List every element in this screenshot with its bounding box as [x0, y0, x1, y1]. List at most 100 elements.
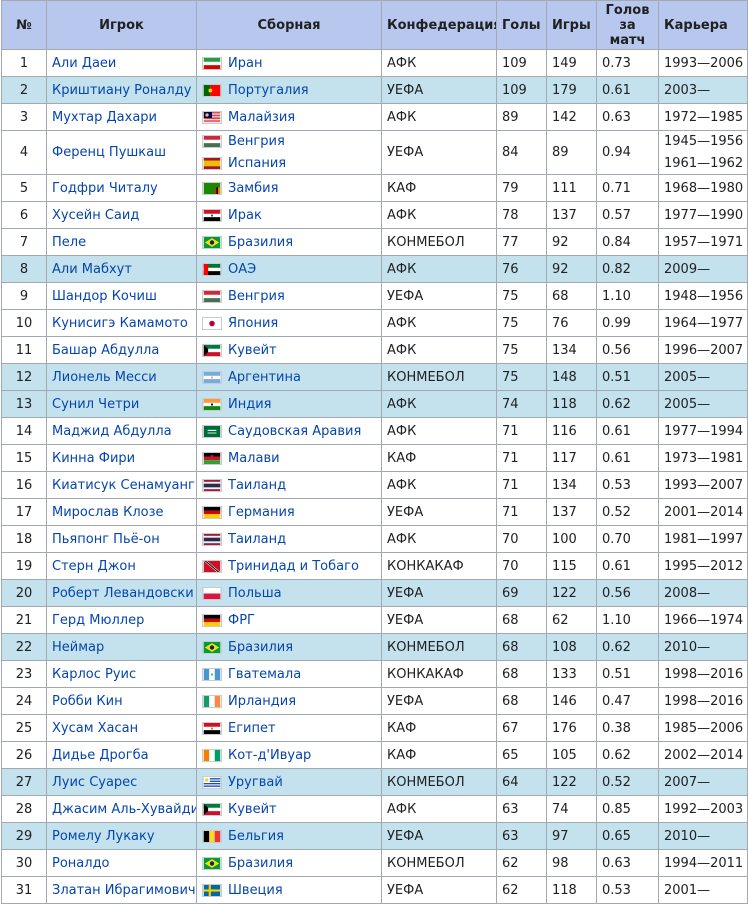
team-link[interactable]: Швеция: [228, 883, 283, 898]
team-link[interactable]: Кот-д'Ивуар: [228, 748, 311, 763]
player-link[interactable]: Годфри Читалу: [52, 181, 158, 196]
career-period: 1996—2007: [664, 342, 744, 358]
team-link[interactable]: Бразилия: [228, 856, 293, 871]
team-link[interactable]: Малайзия: [228, 110, 295, 125]
header-goals[interactable]: Голы: [496, 0, 547, 50]
player-link[interactable]: Маджид Абдулла: [52, 424, 172, 439]
team-link[interactable]: Аргентина: [228, 370, 301, 385]
player-link[interactable]: Лионель Месси: [52, 370, 157, 385]
team-link[interactable]: ОАЭ: [228, 262, 256, 277]
team-link[interactable]: Тринидад и Тобаго: [228, 559, 359, 574]
row-number: 4: [1, 130, 47, 175]
team-link[interactable]: Кувейт: [228, 343, 277, 358]
confederation-cell: АФК: [381, 471, 497, 499]
player-link[interactable]: Башар Абдулла: [52, 343, 159, 358]
player-link[interactable]: Герд Мюллер: [52, 613, 144, 628]
player-cell: Али Мабхут: [46, 255, 197, 283]
team-link[interactable]: Гватемала: [228, 667, 301, 682]
caps-cell: 76: [546, 309, 597, 337]
team-cell: Кувейт: [196, 336, 382, 364]
team-link[interactable]: Замбия: [228, 181, 278, 196]
player-link[interactable]: Стерн Джон: [52, 559, 136, 574]
table-row: 26 Дидье Дрогба Кот-д'Ивуар КАФ 65 105 0.62 200…: [1, 741, 748, 769]
player-cell: Кунисигэ Камамото: [46, 309, 197, 337]
team-link[interactable]: Испания: [228, 156, 286, 171]
career-cell: 2008—: [658, 579, 748, 607]
team-link[interactable]: Венгрия: [228, 289, 285, 304]
player-link[interactable]: Ференц Пушкаш: [52, 145, 166, 160]
team-link[interactable]: Япония: [228, 316, 278, 331]
player-link[interactable]: Неймар: [52, 640, 104, 655]
confederation-value: АФК: [387, 801, 417, 817]
team-link[interactable]: Бразилия: [228, 235, 293, 250]
player-link[interactable]: Шандор Кочиш: [52, 289, 157, 304]
player-link[interactable]: Мухтар Дахари: [52, 110, 157, 125]
row-number-value: 20: [15, 585, 33, 601]
player-link[interactable]: Пьяпонг Пьё-он: [52, 532, 160, 547]
header-confederation[interactable]: Конфедерация: [381, 0, 497, 50]
player-link[interactable]: Сунил Четри: [52, 397, 139, 412]
career-period: 2001—: [664, 882, 711, 898]
ratio-cell: 0.61: [596, 417, 659, 445]
player-link[interactable]: Криштиану Роналду: [52, 83, 191, 98]
team-link[interactable]: Ирак: [228, 208, 262, 223]
team-link[interactable]: Германия: [228, 505, 295, 520]
player-link[interactable]: Карлос Руис: [52, 667, 136, 682]
team-link[interactable]: Бельгия: [228, 829, 284, 844]
confederation-value: УЕФА: [387, 145, 424, 160]
player-link[interactable]: Киатисук Сенамуанг: [52, 478, 195, 493]
team-link[interactable]: ФРГ: [228, 613, 255, 628]
player-link[interactable]: Кинна Фири: [52, 451, 135, 466]
career-period: 1966—1974: [664, 612, 744, 628]
caps-value: 108: [552, 639, 577, 655]
row-number: 12: [1, 363, 47, 391]
player-cell: Неймар: [46, 633, 197, 661]
row-number-value: 4: [19, 145, 29, 160]
team-link[interactable]: Саудовская Аравия: [228, 424, 361, 439]
header-caps[interactable]: Игры: [546, 0, 597, 50]
career-cell: 1948—1956: [658, 282, 748, 310]
team-link[interactable]: Португалия: [228, 83, 309, 98]
player-link[interactable]: Хусейн Саид: [52, 208, 139, 223]
header-num[interactable]: №: [1, 0, 47, 50]
player-link[interactable]: Хусам Хасан: [52, 721, 138, 736]
career-cell: 2001—2014: [658, 498, 748, 526]
team-link[interactable]: Египет: [228, 721, 276, 736]
team-link[interactable]: Уругвай: [228, 775, 283, 790]
team-link[interactable]: Индия: [228, 397, 271, 412]
row-number: 28: [1, 795, 47, 823]
team-link[interactable]: Таиланд: [228, 532, 286, 547]
ratio-value: 0.56: [602, 585, 631, 601]
player-link[interactable]: Дидье Дрогба: [52, 748, 149, 763]
player-link[interactable]: Пеле: [52, 235, 86, 250]
player-link[interactable]: Луис Суарес: [52, 775, 137, 790]
header-ratio[interactable]: Голов за матч: [596, 0, 659, 50]
team-link[interactable]: Венгрия: [228, 134, 285, 149]
header-player[interactable]: Игрок: [46, 0, 197, 50]
player-link[interactable]: Али Даеи: [52, 56, 116, 71]
ratio-cell: 0.63: [596, 103, 659, 131]
player-link[interactable]: Златан Ибрагимович: [52, 883, 196, 898]
team-link[interactable]: Бразилия: [228, 640, 293, 655]
player-link[interactable]: Роберт Левандовски: [52, 586, 194, 601]
header-team[interactable]: Сборная: [196, 0, 382, 50]
player-link[interactable]: Кунисигэ Камамото: [52, 316, 188, 331]
player-link[interactable]: Роналдо: [52, 856, 110, 871]
player-link[interactable]: Али Мабхут: [52, 262, 132, 277]
caps-cell: 92: [546, 228, 597, 256]
flag-egypt-icon: [202, 721, 222, 735]
team-link[interactable]: Ирландия: [228, 694, 296, 709]
player-link[interactable]: Джасим Аль-Хувайди: [52, 802, 196, 817]
player-link[interactable]: Мирослав Клозе: [52, 505, 164, 520]
team-link[interactable]: Малави: [228, 451, 280, 466]
player-link[interactable]: Ромелу Лукаку: [52, 829, 155, 844]
team-link[interactable]: Кувейт: [228, 802, 277, 817]
caps-value: 176: [552, 720, 577, 736]
player-cell: Кинна Фири: [46, 444, 197, 472]
team-link[interactable]: Польша: [228, 586, 282, 601]
ratio-value: 0.53: [602, 882, 631, 898]
team-link[interactable]: Иран: [228, 56, 262, 71]
header-career[interactable]: Карьера: [658, 0, 748, 50]
team-link[interactable]: Таиланд: [228, 478, 286, 493]
player-link[interactable]: Робби Кин: [52, 694, 123, 709]
